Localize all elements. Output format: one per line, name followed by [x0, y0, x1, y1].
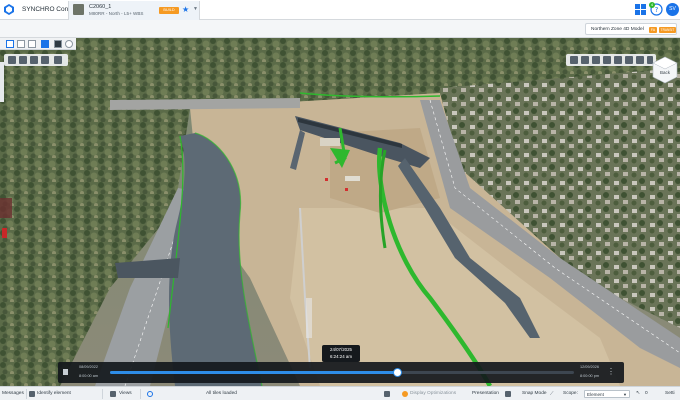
status-bar: Messages Identify element Views All tile…	[0, 386, 680, 400]
notification-count-badge: 4	[649, 2, 655, 8]
line-tool-icon[interactable]	[17, 40, 25, 48]
section-tool-icon[interactable]	[54, 40, 62, 48]
synchro-logo-icon	[4, 4, 14, 15]
snap-mode-button[interactable]: Snap Mode	[522, 391, 547, 396]
divider	[102, 389, 103, 399]
build-badge: BUILD	[159, 7, 179, 14]
display-optimizations-button[interactable]: Display Optimizations	[410, 391, 456, 396]
hand-icon[interactable]	[581, 56, 589, 64]
pan-icon[interactable]	[570, 56, 578, 64]
select-tool-icon[interactable]	[6, 40, 14, 48]
zoom-icon[interactable]	[603, 56, 611, 64]
scope-select-value: Element	[587, 391, 604, 397]
settings-tool-icon[interactable]	[65, 40, 73, 48]
project-name: C2060_1	[89, 4, 112, 10]
timeline-current-tooltip: 24/07/2025 6:24:24 am	[322, 345, 360, 362]
views-button[interactable]: Views	[119, 391, 132, 396]
divider	[26, 389, 27, 399]
identify-icon[interactable]	[29, 390, 35, 397]
site-render	[0, 38, 680, 386]
scope-label: Scope:	[563, 391, 578, 396]
timeline-end-time: 8:00:00 pm	[580, 374, 599, 378]
timeline-scrubber-handle[interactable]	[393, 368, 403, 377]
3d-viewport[interactable]	[0, 38, 680, 386]
project-tab[interactable]: C2060_1 M80RR - North - L5+ WBS BUILD ★ …	[68, 1, 200, 20]
measure-icon[interactable]	[636, 56, 644, 64]
timeline-progress-fill	[110, 371, 398, 374]
snap-mode-icon[interactable]: ⟋	[550, 391, 553, 397]
svg-text:?: ?	[655, 6, 659, 14]
cursor-icon[interactable]: ↖	[636, 391, 640, 396]
views-icon[interactable]	[110, 390, 116, 397]
presentation-icon[interactable]	[505, 390, 511, 397]
view-cube-face-label: Back	[660, 70, 671, 75]
selection-count: 0	[645, 391, 648, 396]
stop-icon[interactable]	[63, 369, 68, 375]
apps-grid-icon[interactable]	[634, 3, 647, 16]
identify-element-button[interactable]: Identify element	[37, 391, 71, 396]
tiles-status: All tiles loaded	[206, 391, 237, 396]
view-toolbar	[4, 54, 68, 66]
model-badge: FA	[649, 26, 657, 33]
project-thumbnail	[73, 4, 84, 15]
timeline-track[interactable]	[110, 368, 574, 377]
navigation-toolbar	[566, 54, 656, 66]
presentation-button[interactable]: Presentation	[472, 391, 499, 396]
display-optimizations-icon[interactable]	[402, 390, 408, 397]
chevron-down-icon: ▼	[623, 391, 627, 397]
title-bar: SYNCHRO Control C2060_1 M80RR - North - …	[0, 0, 680, 20]
menu-icon[interactable]	[8, 56, 16, 64]
scope-select[interactable]: Element ▼	[584, 389, 630, 398]
divider	[140, 389, 141, 399]
model-name: Northern Zone 4D Model	[591, 26, 644, 32]
box-tool-icon[interactable]	[28, 40, 36, 48]
timeline-bar: 08/09/2022 8:00:00 am 12/09/2026 8:00:00…	[58, 362, 624, 383]
project-subtitle: M80RR - North - L5+ WBS	[89, 11, 144, 16]
current-date: 24/07/2025	[330, 347, 352, 352]
filter-icon[interactable]	[30, 56, 38, 64]
camera-status-icon[interactable]	[384, 390, 390, 397]
model-selector[interactable]: Northern Zone 4D Model FA TRANSIT	[585, 23, 677, 35]
timeline-start-time: 8:00:00 am	[79, 374, 98, 378]
favorite-star-icon[interactable]: ★	[182, 5, 189, 14]
visibility-icon[interactable]	[19, 56, 27, 64]
user-avatar[interactable]: SV	[666, 3, 679, 16]
trash-icon[interactable]	[41, 56, 49, 64]
walk-icon[interactable]	[625, 56, 633, 64]
settings-button[interactable]: Setti	[665, 391, 675, 396]
fit-view-icon[interactable]	[592, 56, 600, 64]
chevron-down-icon[interactable]: ▼	[193, 6, 198, 12]
timeline-start-date: 08/09/2022	[79, 365, 99, 369]
camera-icon[interactable]	[614, 56, 622, 64]
tiles-status-icon	[147, 390, 153, 397]
current-time: 6:24:24 am	[330, 354, 352, 359]
model-status-badge: TRANSIT	[659, 26, 676, 33]
model-toolbar: Northern Zone 4D Model FA TRANSIT	[0, 20, 680, 38]
layers-tool-icon[interactable]	[41, 40, 49, 48]
left-panel-handle[interactable]	[0, 62, 4, 102]
timeline-more-icon[interactable]: ⋮	[607, 367, 615, 376]
timeline-end-date: 12/09/2026	[580, 365, 600, 369]
messages-button[interactable]: Messages	[2, 391, 24, 396]
more-icon[interactable]	[54, 56, 62, 64]
selection-toolbar	[0, 38, 76, 50]
